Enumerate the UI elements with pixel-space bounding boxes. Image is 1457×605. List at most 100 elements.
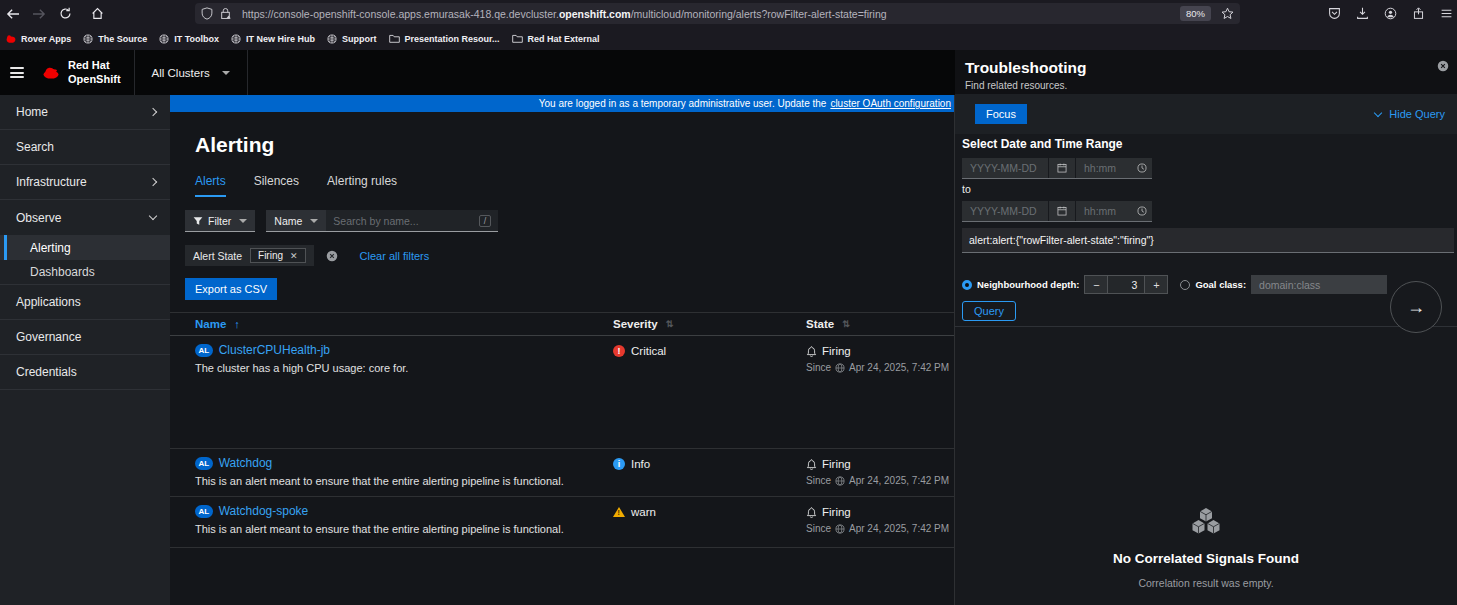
bookmark-the-source[interactable]: The Source: [83, 34, 147, 44]
bookmark-support[interactable]: Support: [327, 34, 377, 44]
globe-icon: [835, 363, 845, 373]
home-icon[interactable]: [84, 2, 110, 26]
clear-chip-group-icon[interactable]: [326, 250, 338, 262]
column-header-severity[interactable]: Severity⇅: [613, 318, 806, 330]
url-text: https://console-openshift-console.apps.e…: [242, 8, 887, 20]
hide-query-toggle[interactable]: Hide Query: [1375, 108, 1445, 120]
oauth-config-link[interactable]: cluster OAuth configuration: [830, 98, 951, 109]
empty-state-title: No Correlated Signals Found: [955, 551, 1457, 566]
sidebar-item-infrastructure[interactable]: Infrastructure: [0, 165, 170, 200]
page-title: Alerting: [195, 133, 954, 157]
alert-link[interactable]: ClusterCPUHealth-jb: [219, 343, 330, 357]
zoom-badge[interactable]: 80%: [1180, 6, 1211, 21]
reload-icon[interactable]: [52, 2, 78, 26]
start-time-input[interactable]: hh:mm: [1075, 158, 1132, 178]
focus-button[interactable]: Focus: [975, 104, 1027, 124]
active-filters: Alert State Firing✕ Clear all filters: [185, 245, 954, 266]
main-content: You are logged in as a temporary adminis…: [170, 95, 955, 605]
bell-icon: [806, 346, 817, 357]
date-range-heading: Select Date and Time Range: [962, 137, 1452, 152]
globe-icon: [835, 476, 845, 486]
bookmark-rover-apps[interactable]: Rover Apps: [6, 34, 71, 44]
menu-icon[interactable]: [1440, 7, 1453, 20]
depth-stepper: − 3 +: [1084, 275, 1168, 294]
clear-all-filters-link[interactable]: Clear all filters: [360, 250, 430, 262]
minus-button[interactable]: −: [1084, 275, 1108, 294]
brand-line1: Red Hat: [68, 59, 121, 72]
url-bar[interactable]: https://console-openshift-console.apps.e…: [195, 3, 1240, 24]
start-date-input[interactable]: YYYY-MM-DD: [962, 158, 1048, 178]
chevron-right-icon: [149, 178, 157, 186]
alert-description: The cluster has a high CPU usage: core f…: [195, 362, 613, 374]
table-row: ALClusterCPUHealth-jb The cluster has a …: [170, 336, 954, 449]
tab-alerting-rules[interactable]: Alerting rules: [327, 174, 397, 197]
cubes-icon: [1188, 506, 1224, 537]
download-icon[interactable]: [1356, 7, 1369, 20]
close-icon[interactable]: [1437, 60, 1449, 72]
tab-silences[interactable]: Silences: [254, 174, 299, 197]
depth-label: Neighbourhood depth:: [977, 279, 1079, 290]
alert-link[interactable]: Watchdog-spoke: [219, 504, 309, 518]
browser-chrome: https://console-openshift-console.apps.e…: [0, 0, 1457, 50]
alert-state-chip-group: Alert State Firing✕: [185, 245, 314, 266]
bookmark-red-hat-external[interactable]: Red Hat External: [512, 34, 600, 44]
clock-icon[interactable]: [1132, 201, 1152, 221]
sidebar-item-observe[interactable]: Observe: [0, 200, 170, 235]
bookmark-presentation-resources[interactable]: Presentation Resour...: [389, 34, 500, 44]
bookmark-it-new-hire-hub[interactable]: IT New Hire Hub: [231, 34, 315, 44]
goal-label: Goal class:: [1195, 279, 1246, 290]
table-row: ALWatchdog This is an alert meant to ens…: [170, 449, 954, 497]
filter-dropdown[interactable]: Filter: [185, 210, 255, 232]
depth-radio[interactable]: [962, 280, 972, 290]
remove-chip-icon[interactable]: ✕: [290, 251, 298, 261]
pocket-icon[interactable]: [1328, 7, 1341, 20]
panel-subtitle: Find related resources.: [965, 80, 1447, 91]
sidebar-item-governance[interactable]: Governance: [0, 320, 170, 355]
export-csv-button[interactable]: Export as CSV: [185, 278, 277, 300]
slash-shortcut-hint: /: [479, 215, 492, 227]
chevron-down-icon: [310, 219, 318, 223]
bookmark-it-toolbox[interactable]: IT Toolbox: [159, 34, 219, 44]
alert-badge: AL: [195, 457, 213, 470]
brand-line2: OpenShift: [68, 73, 121, 86]
sidebar-item-dashboards[interactable]: Dashboards: [0, 260, 170, 285]
plus-button[interactable]: +: [1144, 275, 1168, 294]
expand-arrow-button[interactable]: →: [1390, 281, 1442, 333]
column-header-state[interactable]: State⇅: [806, 318, 954, 330]
sidebar-item-credentials[interactable]: Credentials: [0, 355, 170, 390]
browser-toolbar: https://console-openshift-console.apps.e…: [0, 0, 1457, 27]
sidebar-item-home[interactable]: Home: [0, 95, 170, 130]
sidebar-item-search[interactable]: Search: [0, 130, 170, 165]
name-dropdown[interactable]: Name: [266, 210, 326, 232]
back-icon[interactable]: [0, 2, 26, 26]
tab-alerts[interactable]: Alerts: [195, 174, 226, 197]
query-textarea[interactable]: alert:alert:{"rowFilter-alert-state":"fi…: [962, 228, 1454, 253]
cluster-selector[interactable]: All Clusters: [135, 50, 248, 95]
panel-divider: [955, 326, 1457, 327]
shield-icon[interactable]: [201, 7, 213, 20]
end-time-input[interactable]: hh:mm: [1075, 201, 1132, 221]
alert-link[interactable]: Watchdog: [219, 456, 273, 470]
forward-icon[interactable]: [26, 2, 52, 26]
end-date-input[interactable]: YYYY-MM-DD: [962, 201, 1048, 221]
calendar-icon[interactable]: [1048, 158, 1075, 178]
column-header-name[interactable]: Name↑: [170, 318, 613, 330]
search-input[interactable]: Search by name.../: [326, 210, 498, 232]
depth-value[interactable]: 3: [1108, 275, 1144, 294]
goal-radio[interactable]: [1180, 280, 1190, 290]
share-icon[interactable]: [1412, 7, 1425, 20]
table-header: Name↑ Severity⇅ State⇅: [170, 312, 954, 336]
troubleshooting-panel: Troubleshooting Find related resources. …: [955, 50, 1457, 605]
nav-toggle-icon[interactable]: [10, 67, 24, 78]
query-button[interactable]: Query: [962, 301, 1016, 321]
sidebar-item-alerting[interactable]: Alerting: [0, 235, 170, 260]
panel-body: Select Date and Time Range YYYY-MM-DD hh…: [955, 134, 1457, 321]
calendar-icon[interactable]: [1048, 201, 1075, 221]
lock-icon[interactable]: [220, 7, 231, 20]
bookmark-star-icon[interactable]: [1221, 7, 1234, 20]
goal-class-input[interactable]: domain:class: [1251, 275, 1387, 294]
sidebar-item-applications[interactable]: Applications: [0, 285, 170, 320]
account-icon[interactable]: [1384, 7, 1397, 20]
alert-badge: AL: [195, 505, 213, 518]
clock-icon[interactable]: [1132, 158, 1152, 178]
